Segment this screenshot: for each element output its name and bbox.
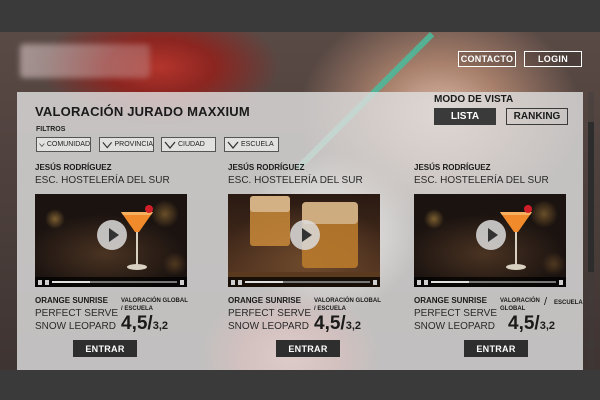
play-button[interactable] bbox=[476, 220, 506, 250]
video-controls bbox=[414, 277, 566, 287]
chevron-down-icon bbox=[102, 141, 113, 149]
rating-label-school: ESCUELA bbox=[554, 300, 583, 306]
judge-name: JESÚS RODRÍGUEZ bbox=[35, 163, 112, 172]
rating-label: VALORACIÓN GLOBAL bbox=[500, 298, 540, 312]
play-button[interactable] bbox=[97, 220, 127, 250]
video-controls bbox=[35, 277, 187, 287]
filter-label: CIUDAD bbox=[178, 141, 205, 148]
rating-value: 4,5/3,2 bbox=[121, 313, 168, 335]
filter-ciudad-dropdown[interactable]: CIUDAD bbox=[161, 137, 216, 152]
play-control-icon[interactable] bbox=[38, 279, 42, 285]
video-player[interactable] bbox=[414, 194, 566, 287]
view-mode-label: MODO DE VISTA bbox=[434, 94, 514, 105]
rating-global: 4,5/ bbox=[314, 313, 346, 334]
volume-icon[interactable] bbox=[180, 279, 184, 285]
judge-name: JESÚS RODRÍGUEZ bbox=[414, 163, 491, 172]
drink-name: SNOW LEOPARD bbox=[228, 321, 309, 332]
rating-global: 4,5/ bbox=[508, 313, 540, 334]
stop-control-icon[interactable] bbox=[424, 279, 428, 285]
judge-card: JESÚS RODRÍGUEZ ESC. HOSTELERÍA DEL SUR … bbox=[35, 163, 195, 363]
chevron-down-icon bbox=[227, 141, 239, 149]
drink-name: PERFECT SERVE bbox=[35, 308, 118, 319]
drink-name: ORANGE SUNRISE bbox=[414, 296, 487, 305]
scrollbar-thumb[interactable] bbox=[588, 122, 594, 272]
video-progress-bar[interactable] bbox=[431, 281, 556, 283]
brand-logo[interactable] bbox=[20, 44, 150, 78]
drink-name: SNOW LEOPARD bbox=[35, 321, 116, 332]
play-icon bbox=[487, 228, 498, 242]
video-progress-bar[interactable] bbox=[245, 281, 370, 283]
view-ranking-button[interactable]: RANKING bbox=[506, 108, 568, 125]
video-controls bbox=[228, 277, 380, 287]
rating-global: 4,5/ bbox=[121, 313, 153, 334]
volume-icon[interactable] bbox=[373, 279, 377, 285]
rating-value: 4,5/3,2 bbox=[314, 313, 361, 335]
enter-button[interactable]: ENTRAR bbox=[464, 340, 528, 357]
volume-icon[interactable] bbox=[559, 279, 563, 285]
filter-provincia-dropdown[interactable]: PROVINCIA bbox=[99, 137, 154, 152]
enter-button[interactable]: ENTRAR bbox=[73, 340, 137, 357]
school-name: ESC. HOSTELERÍA DEL SUR bbox=[228, 175, 363, 186]
login-button[interactable]: LOGIN bbox=[524, 51, 582, 67]
judge-card: JESÚS RODRÍGUEZ ESC. HOSTELERÍA DEL SUR … bbox=[414, 163, 583, 363]
rating-school: 3,2 bbox=[152, 320, 168, 332]
play-control-icon[interactable] bbox=[417, 279, 421, 285]
stop-control-icon[interactable] bbox=[45, 279, 49, 285]
rating-label: VALORACIÓN GLOBAL / ESCUELA bbox=[121, 298, 188, 312]
video-player[interactable] bbox=[228, 194, 380, 287]
contact-button[interactable]: CONTACTO bbox=[458, 51, 516, 67]
judge-card: JESÚS RODRÍGUEZ ESC. HOSTELERÍA DEL SUR … bbox=[228, 163, 388, 363]
video-player[interactable] bbox=[35, 194, 187, 287]
play-control-icon[interactable] bbox=[231, 279, 235, 285]
school-name: ESC. HOSTELERÍA DEL SUR bbox=[414, 175, 549, 186]
play-icon bbox=[301, 228, 312, 242]
rating-school: 3,2 bbox=[345, 320, 361, 332]
play-icon bbox=[108, 228, 119, 242]
drink-name: PERFECT SERVE bbox=[414, 308, 497, 319]
stop-control-icon[interactable] bbox=[238, 279, 242, 285]
filter-label: ESCUELA bbox=[241, 141, 274, 148]
filters-label: FILTROS bbox=[36, 126, 66, 133]
rating-separator: / bbox=[544, 296, 548, 308]
school-name: ESC. HOSTELERÍA DEL SUR bbox=[35, 175, 170, 186]
rating-school: 3,2 bbox=[539, 320, 555, 332]
page-title: VALORACIÓN JURADO MAXXIUM bbox=[35, 104, 250, 119]
chevron-down-icon bbox=[164, 141, 176, 149]
filter-escuela-dropdown[interactable]: ESCUELA bbox=[224, 137, 279, 152]
video-progress-bar[interactable] bbox=[52, 281, 177, 283]
view-list-button[interactable]: LISTA bbox=[434, 108, 496, 125]
play-button[interactable] bbox=[290, 220, 320, 250]
enter-button[interactable]: ENTRAR bbox=[276, 340, 340, 357]
drink-name: PERFECT SERVE bbox=[228, 308, 311, 319]
bottom-frame-bar bbox=[0, 370, 600, 400]
drink-name: SNOW LEOPARD bbox=[414, 321, 495, 332]
filter-label: PROVINCIA bbox=[114, 141, 153, 148]
filter-comunidad-dropdown[interactable]: COMUNIDAD bbox=[36, 137, 91, 152]
rating-label: VALORACIÓN GLOBAL / ESCUELA bbox=[314, 298, 381, 312]
rating-value: 4,5/3,2 bbox=[508, 313, 555, 335]
top-frame-bar bbox=[0, 0, 600, 32]
judge-name: JESÚS RODRÍGUEZ bbox=[228, 163, 305, 172]
scrollbar[interactable] bbox=[588, 92, 594, 370]
chevron-down-icon bbox=[39, 142, 45, 147]
drink-name: ORANGE SUNRISE bbox=[35, 296, 108, 305]
drink-name: ORANGE SUNRISE bbox=[228, 296, 301, 305]
filter-label: COMUNIDAD bbox=[46, 141, 90, 148]
